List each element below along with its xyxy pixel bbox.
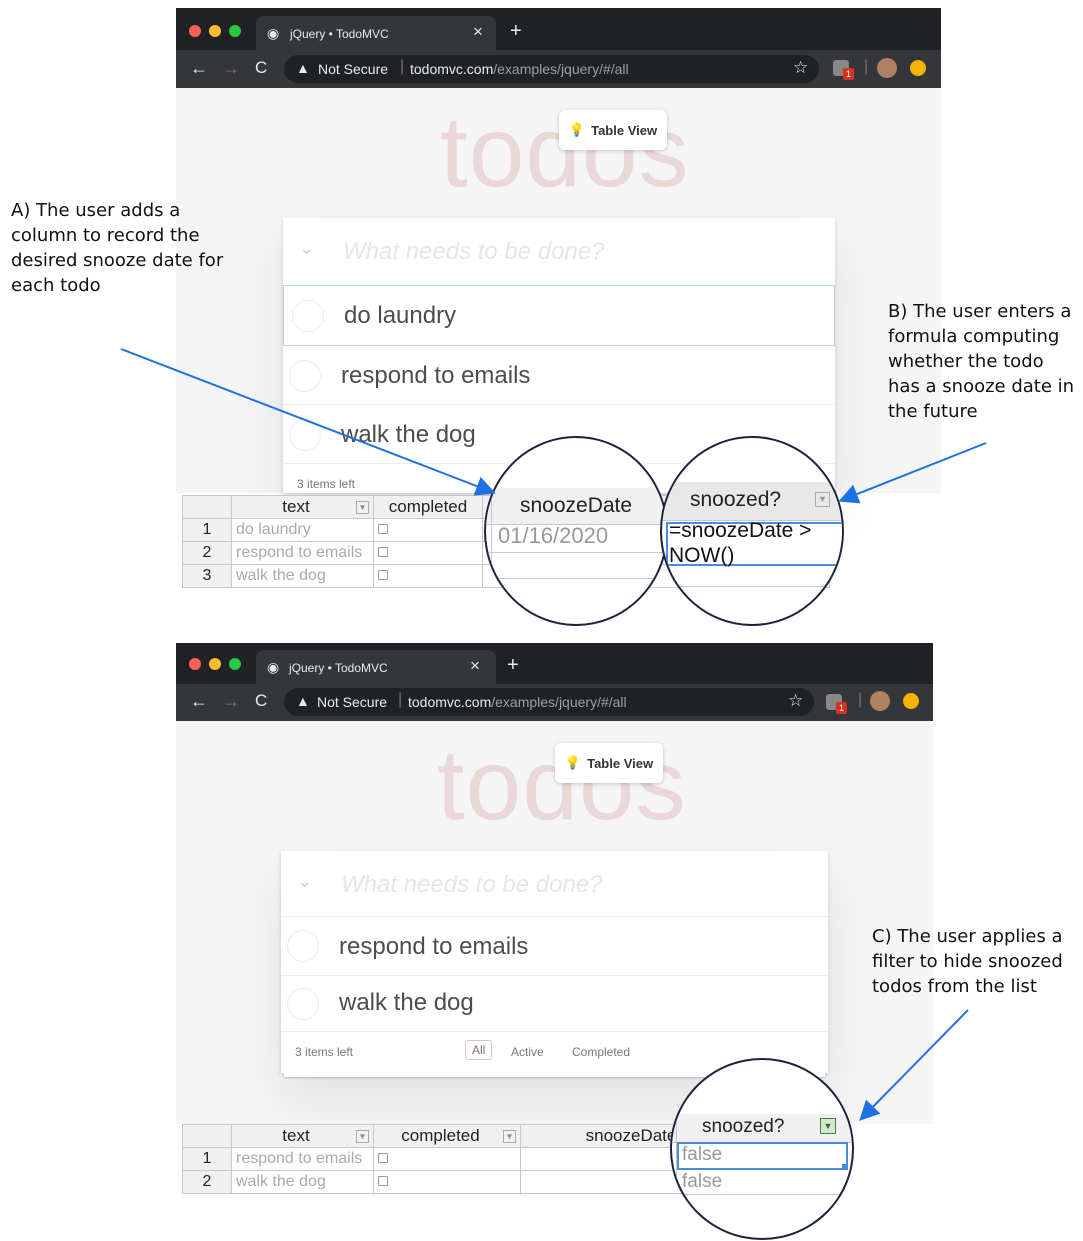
arrow-b [838, 442, 987, 504]
annotation-arrows [120, 348, 987, 1121]
arrow-c [859, 1009, 969, 1121]
arrow-a [120, 348, 496, 496]
